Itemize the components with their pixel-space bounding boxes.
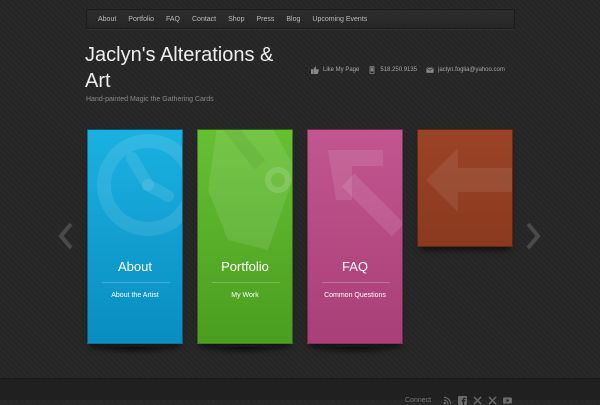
card-divider <box>102 282 170 283</box>
like-page-link[interactable]: Like My Page <box>311 66 359 74</box>
phone-icon <box>369 66 375 74</box>
card-subtitle-faq: Common Questions <box>324 292 386 299</box>
social-icons <box>443 396 512 405</box>
card-shadow <box>307 347 403 355</box>
email-link[interactable]: jaclyn.foglia@yahoo.com <box>426 66 505 74</box>
nav-item-faq[interactable]: FAQ <box>160 16 186 23</box>
like-page-label: Like My Page <box>323 67 360 73</box>
card-subtitle-about: About the Artist <box>111 292 159 299</box>
twitter-icon[interactable] <box>473 396 482 405</box>
facebook-icon[interactable] <box>458 396 467 405</box>
nav-item-blog[interactable]: Blog <box>280 16 306 23</box>
contact-bar: Like My Page 518.250.9135 jaclyn.foglia@… <box>311 66 505 74</box>
footer: Connect <box>0 378 600 405</box>
arrow-left-icon <box>426 148 512 212</box>
tag-icon <box>208 130 292 250</box>
youtube-icon[interactable] <box>503 396 512 405</box>
site-title[interactable]: Jaclyn's Alterations & Art <box>85 42 300 94</box>
nav-item-shop[interactable]: Shop <box>222 16 250 23</box>
slider-card-portfolio[interactable]: Portfolio My Work <box>197 129 293 344</box>
twitter-icon[interactable] <box>488 396 497 405</box>
card-shadow <box>197 347 293 355</box>
slider-card-partial[interactable] <box>417 129 513 247</box>
nav-item-upcoming-events[interactable]: Upcoming Events <box>306 16 373 23</box>
slider-card-about[interactable]: About About the Artist <box>87 129 183 344</box>
nav-item-portfolio[interactable]: Portfolio <box>122 16 160 23</box>
phone-number: 518.250.9135 <box>380 67 418 73</box>
arrow-up-left-icon <box>328 150 402 237</box>
card-divider <box>322 282 390 283</box>
card-title-portfolio: Portfolio <box>221 259 269 274</box>
footer-connect-label: Connect <box>405 397 432 404</box>
clock-icon <box>97 134 182 236</box>
slider-card-faq[interactable]: FAQ Common Questions <box>307 129 403 344</box>
rss-icon[interactable] <box>443 396 452 405</box>
card-title-faq: FAQ <box>341 259 368 274</box>
chevron-right-icon[interactable] <box>525 222 541 250</box>
site-tagline: Hand-painted Magic the Gathering Cards <box>86 96 214 103</box>
card-shadow <box>87 347 183 355</box>
nav-item-press[interactable]: Press <box>250 16 280 23</box>
card-subtitle-portfolio: My Work <box>231 292 259 299</box>
card-title-about: About <box>118 259 152 274</box>
chevron-left-icon[interactable] <box>58 222 74 250</box>
card-divider <box>212 282 280 283</box>
envelope-icon <box>426 67 434 73</box>
main-nav: About Portfolio FAQ Contact Shop Press B… <box>86 9 515 29</box>
email-address: jaclyn.foglia@yahoo.com <box>438 67 505 73</box>
nav-item-contact[interactable]: Contact <box>186 16 222 23</box>
phone-contact: 518.250.9135 <box>368 66 417 74</box>
nav-item-about[interactable]: About <box>92 16 122 23</box>
facebook-like-icon <box>311 66 319 74</box>
